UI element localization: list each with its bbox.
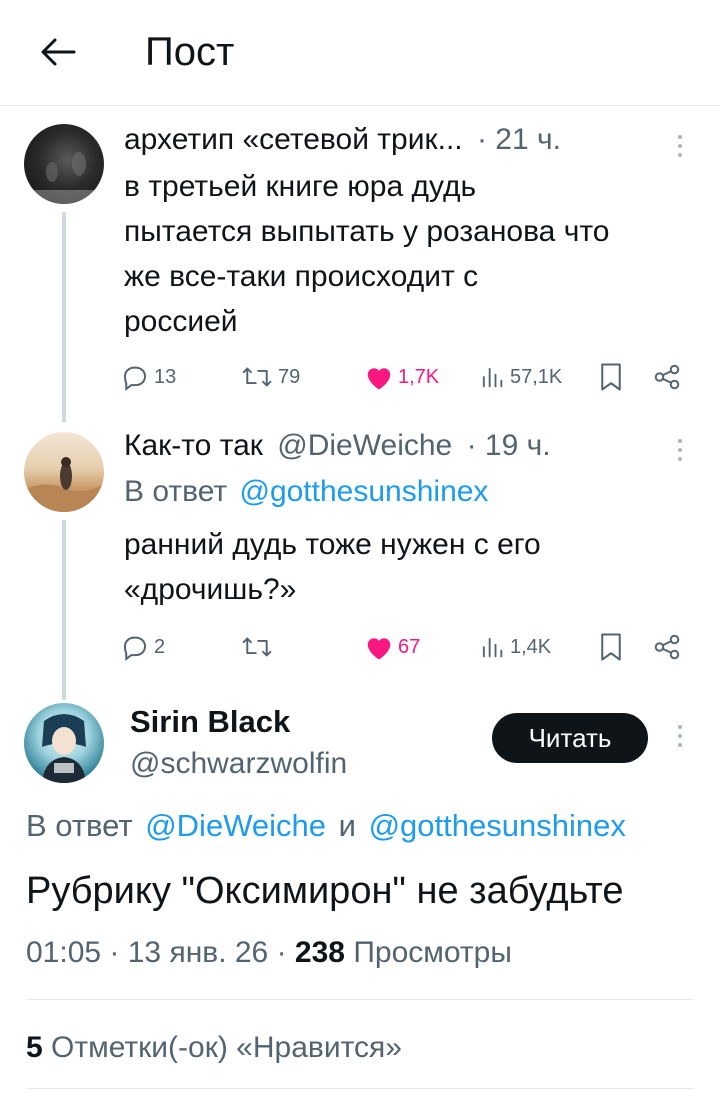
- mention-link[interactable]: @DieWeiche: [145, 808, 326, 843]
- tweet-actions: 2 67 1,4K: [120, 627, 690, 667]
- author-handle[interactable]: @DieWeiche: [277, 429, 452, 462]
- mention-link[interactable]: @gotthesunshinex: [239, 475, 488, 508]
- reply-to-line: В ответ @gotthesunshinex: [124, 475, 489, 508]
- top-bar: Пост: [0, 0, 720, 106]
- share-button[interactable]: [652, 627, 682, 667]
- post-date[interactable]: 13 янв. 26: [128, 936, 269, 969]
- bookmark-icon: [601, 363, 621, 391]
- thread-line: [62, 520, 66, 700]
- like-button[interactable]: 67: [364, 627, 420, 667]
- like-button[interactable]: 1,7K: [364, 357, 439, 397]
- views-button[interactable]: 1,4K: [478, 627, 551, 667]
- divider: [26, 1088, 694, 1089]
- thread-line: [62, 212, 66, 422]
- page-title: Пост: [145, 30, 235, 74]
- post-time[interactable]: 01:05: [26, 936, 101, 969]
- author-name[interactable]: архетип «сетевой трик...: [124, 123, 463, 156]
- avatar[interactable]: [24, 703, 104, 783]
- like-count: 1,7K: [398, 365, 440, 388]
- views-button[interactable]: 57,1K: [478, 357, 562, 397]
- heart-filled-icon: [367, 638, 391, 660]
- share-icon: [654, 364, 680, 390]
- author-name[interactable]: Как-то так: [124, 429, 263, 462]
- views-count: 238: [294, 936, 345, 969]
- repost-icon: [242, 637, 272, 657]
- repost-count: 79: [278, 365, 301, 388]
- post-meta: 01:05 · 13 янв. 26 · 238 Просмотры: [26, 936, 512, 969]
- likes-label: Отметки(-ок) «Нравится»: [51, 1031, 402, 1064]
- bookmark-button[interactable]: [598, 627, 624, 667]
- reply-to-line: В ответ @DieWeiche и @gotthesunshinex: [26, 808, 626, 843]
- more-options-icon[interactable]: [670, 126, 690, 166]
- reply-button[interactable]: 2: [120, 627, 165, 667]
- author-handle[interactable]: @schwarzwolfin: [130, 744, 347, 784]
- arrow-left-icon: [41, 38, 76, 66]
- more-options-icon[interactable]: [670, 716, 690, 756]
- analytics-icon: [482, 367, 503, 388]
- mention-link[interactable]: @gotthesunshinex: [369, 808, 626, 843]
- view-count: 1,4K: [510, 635, 552, 658]
- author-name[interactable]: Sirin Black: [130, 702, 290, 742]
- avatar[interactable]: [24, 432, 104, 512]
- tweet-actions: 13 79 1,7K 57,1K: [120, 357, 690, 397]
- bookmark-icon: [601, 633, 621, 661]
- bookmark-button[interactable]: [598, 357, 624, 397]
- reply-count: 2: [154, 635, 166, 658]
- tweet-header: архетип «сетевой трик... · 21 ч.: [124, 120, 561, 160]
- reply-count: 13: [154, 365, 177, 388]
- avatar[interactable]: [24, 124, 104, 204]
- tweet-text: ранний дудь тоже нужен с его «дрочишь?»: [124, 528, 541, 606]
- like-count: 67: [398, 635, 421, 658]
- analytics-icon: [482, 637, 503, 658]
- timestamp[interactable]: · 19 ч.: [467, 429, 551, 462]
- views-label: Просмотры: [353, 936, 512, 969]
- more-options-icon[interactable]: [670, 430, 690, 470]
- repost-button[interactable]: [240, 627, 274, 667]
- reply-button[interactable]: 13: [120, 357, 176, 397]
- share-button[interactable]: [652, 357, 682, 397]
- back-button[interactable]: [34, 28, 82, 76]
- repost-button[interactable]: 79: [240, 357, 300, 397]
- divider: [26, 999, 694, 1000]
- share-icon: [654, 634, 680, 660]
- repost-icon: [242, 367, 272, 387]
- likes-count: 5: [26, 1031, 43, 1064]
- reply-icon: [123, 636, 147, 661]
- view-count: 57,1K: [510, 365, 563, 388]
- post-text: Рубрику "Оксимирон" не забудьте: [26, 870, 624, 912]
- likes-summary[interactable]: 5 Отметки(-ок) «Нравится»: [26, 1028, 402, 1068]
- follow-button[interactable]: Читать: [492, 713, 648, 763]
- heart-filled-icon: [367, 368, 391, 390]
- reply-icon: [123, 366, 147, 391]
- timestamp[interactable]: · 21 ч.: [477, 123, 561, 156]
- tweet-header: Как-то так @DieWeiche · 19 ч.: [124, 426, 551, 466]
- tweet-text: в третьей книге юра дудь пытается выпыта…: [124, 170, 610, 338]
